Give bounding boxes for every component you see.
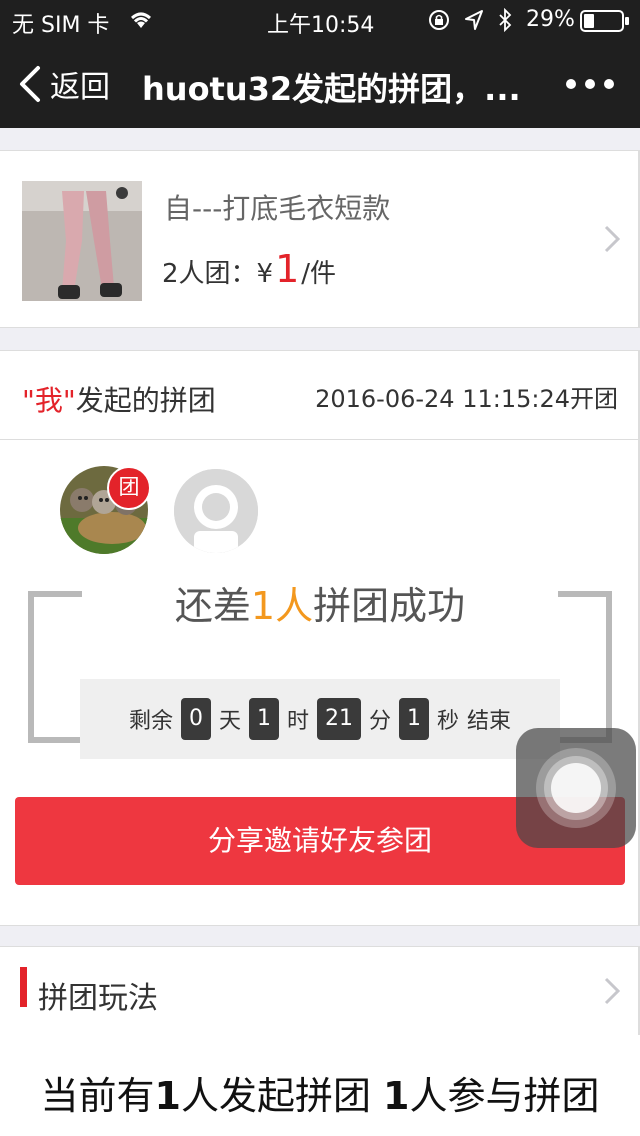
- countdown-seconds: 1: [399, 698, 430, 740]
- group-title-me: 我: [34, 384, 63, 417]
- price-unit: /件: [301, 259, 337, 289]
- rules-row[interactable]: 拼团玩法: [0, 946, 640, 1036]
- user-placeholder-icon: [174, 469, 258, 553]
- more-dot-icon: [604, 79, 614, 89]
- group-title-rest: 发起的拼团: [75, 384, 216, 417]
- remaining-needed-text: 还差1人拼团成功: [0, 575, 640, 630]
- quote-close: ": [62, 384, 76, 417]
- more-dot-icon: [585, 79, 595, 89]
- summary-part-3: 人参与拼团: [409, 1074, 600, 1118]
- wifi-icon: [128, 9, 154, 35]
- participation-summary: 当前有1人发起拼团 1人参与拼团: [0, 1035, 640, 1136]
- group-start-time: 2016-06-24 11:15:24开团: [315, 385, 618, 413]
- chevron-right-icon: [604, 977, 620, 1005]
- countdown-day-unit: 天: [218, 709, 241, 734]
- countdown-remain-label: 剩余: [128, 709, 173, 734]
- countdown-minute-unit: 分: [369, 709, 392, 734]
- battery-percent: 29%: [526, 7, 575, 32]
- countdown-minutes: 21: [317, 698, 361, 740]
- need-suffix: 拼团成功: [313, 584, 466, 628]
- more-menu-button[interactable]: [566, 76, 614, 92]
- carrier-label: 无 SIM 卡: [12, 13, 110, 38]
- empty-member-avatar: [174, 469, 258, 553]
- back-button[interactable]: 返回: [18, 62, 110, 106]
- more-dot-icon: [566, 79, 576, 89]
- rules-title: 拼团玩法: [38, 981, 158, 1016]
- clock-label: 上午10:54: [267, 13, 375, 38]
- battery-icon: [580, 10, 630, 38]
- summary-part-2: 人发起拼团: [180, 1074, 384, 1118]
- price-value: 1: [275, 247, 300, 291]
- countdown-second-unit: 秒: [437, 709, 460, 734]
- section-accent-bar: [20, 967, 27, 1007]
- product-price: 2人团：¥1/件: [162, 247, 336, 291]
- participation-text: 当前有1人发起拼团 1人参与拼团: [0, 1065, 640, 1120]
- need-count: 1人: [250, 584, 314, 628]
- chevron-right-icon: [604, 225, 620, 253]
- countdown-end-label: 结束: [467, 709, 512, 734]
- bluetooth-icon: [497, 7, 513, 38]
- price-prefix: 2人团：¥: [162, 259, 274, 289]
- leader-badge: 团: [107, 466, 151, 510]
- need-prefix: 还差: [174, 584, 251, 628]
- orientation-lock-icon: [428, 9, 450, 37]
- location-icon: [464, 9, 484, 37]
- countdown-days: 0: [180, 698, 211, 740]
- quote-open: ": [22, 384, 35, 417]
- back-label: 返回: [50, 70, 110, 105]
- countdown-hours: 1: [248, 698, 279, 740]
- status-bar: 无 SIM 卡 上午10:54 29%: [0, 0, 640, 40]
- navigation-bar: 返回 huotu32发起的拼团，...: [0, 40, 640, 128]
- group-header: "我"发起的拼团 2016-06-24 11:15:24开团: [0, 351, 638, 440]
- countdown-timer: 剩余 0 天 1 时 21 分 1 秒 结束: [80, 679, 560, 759]
- product-name: 自---打底毛衣短款: [164, 192, 391, 225]
- assistive-touch-button[interactable]: [516, 728, 636, 848]
- back-chevron-icon: [20, 66, 40, 102]
- countdown-hour-unit: 时: [286, 709, 309, 734]
- participant-count: 1: [383, 1074, 410, 1118]
- product-thumbnail: [22, 181, 142, 301]
- page-title: huotu32发起的拼团，...: [142, 70, 521, 108]
- summary-part-1: 当前有: [40, 1074, 155, 1118]
- initiator-count: 1: [154, 1074, 181, 1118]
- assistive-dot-icon: [551, 763, 601, 813]
- product-card[interactable]: 自---打底毛衣短款 2人团：¥1/件: [0, 150, 640, 328]
- group-title: "我"发起的拼团: [22, 379, 216, 419]
